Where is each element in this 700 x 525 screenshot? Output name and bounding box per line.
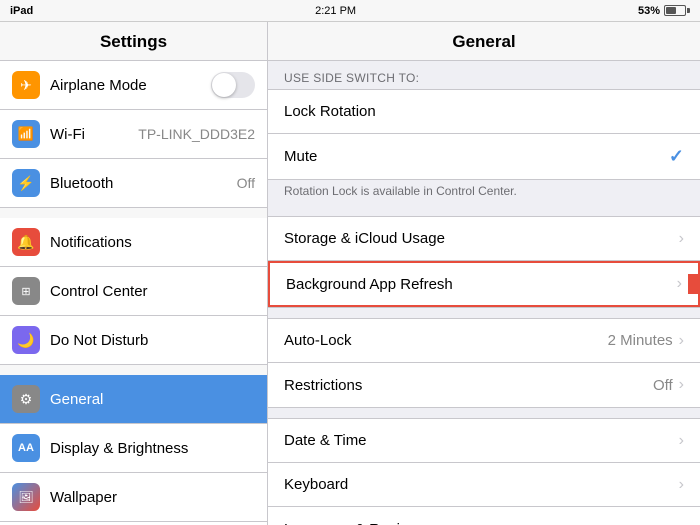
- date-time-label: Date & Time: [284, 432, 679, 449]
- bluetooth-icon: ⚡: [12, 169, 40, 197]
- wifi-label: Wi-Fi: [50, 126, 138, 143]
- bluetooth-value: Off: [237, 175, 255, 191]
- auto-lock-value: 2 Minutes: [608, 332, 673, 349]
- general-icon: ⚙: [12, 385, 40, 413]
- lock-rotation-label: Lock Rotation: [284, 103, 684, 120]
- notifications-icon: 🔔: [12, 228, 40, 256]
- auto-lock-row[interactable]: Auto-Lock 2 Minutes ›: [268, 319, 700, 363]
- keyboard-row[interactable]: Keyboard ›: [268, 463, 700, 507]
- red-arrow-icon: [688, 264, 700, 304]
- sidebar-item-wifi[interactable]: 📶 Wi-Fi TP-LINK_DDD3E2: [0, 110, 267, 159]
- airplane-mode-label: Airplane Mode: [50, 77, 211, 94]
- wallpaper-label: Wallpaper: [50, 489, 255, 506]
- sidebar-item-control-center[interactable]: ⊞ Control Center: [0, 267, 267, 316]
- content-area: General USE SIDE SWITCH TO: Lock Rotatio…: [268, 22, 700, 525]
- date-time-chevron: ›: [679, 432, 684, 450]
- restrictions-row[interactable]: Restrictions Off ›: [268, 363, 700, 407]
- wifi-icon: 📶: [12, 120, 40, 148]
- sidebar-item-bluetooth[interactable]: ⚡ Bluetooth Off: [0, 159, 267, 208]
- airplane-mode-icon: ✈: [12, 71, 40, 99]
- mute-label: Mute: [284, 148, 669, 165]
- sidebar-item-do-not-disturb[interactable]: 🌙 Do Not Disturb: [0, 316, 267, 365]
- sidebar-item-display[interactable]: AA Display & Brightness: [0, 424, 267, 473]
- restrictions-value: Off: [653, 377, 673, 394]
- background-app-refresh-row[interactable]: Background App Refresh ›: [268, 261, 700, 307]
- time-display: 2:21 PM: [315, 5, 356, 17]
- main-container: Settings ✈ Airplane Mode 📶 Wi-Fi TP-LINK…: [0, 22, 700, 525]
- mute-checkmark: ✓: [669, 146, 684, 167]
- general-label: General: [50, 391, 255, 408]
- airplane-mode-toggle[interactable]: [211, 72, 255, 98]
- storage-label: Storage & iCloud Usage: [284, 230, 679, 247]
- do-not-disturb-label: Do Not Disturb: [50, 332, 255, 349]
- sidebar-title: Settings: [0, 22, 267, 61]
- wallpaper-icon: 🖼: [12, 483, 40, 511]
- language-region-label: Language & Region: [284, 521, 679, 525]
- sidebar: Settings ✈ Airplane Mode 📶 Wi-Fi TP-LINK…: [0, 22, 268, 525]
- restrictions-chevron: ›: [679, 376, 684, 394]
- status-indicators: 53%: [638, 5, 690, 17]
- side-switch-header: USE SIDE SWITCH TO:: [268, 61, 700, 89]
- date-keyboard-language-group: Date & Time › Keyboard › Language & Regi…: [268, 418, 700, 525]
- wifi-value: TP-LINK_DDD3E2: [138, 126, 255, 142]
- bluetooth-label: Bluetooth: [50, 175, 237, 192]
- storage-chevron: ›: [679, 230, 684, 248]
- keyboard-chevron: ›: [679, 476, 684, 494]
- content-title: General: [268, 22, 700, 61]
- background-app-refresh-label: Background App Refresh: [286, 276, 677, 293]
- date-time-row[interactable]: Date & Time ›: [268, 419, 700, 463]
- auto-lock-chevron: ›: [679, 332, 684, 350]
- control-center-label: Control Center: [50, 283, 255, 300]
- storage-group: Storage & iCloud Usage › Background App …: [268, 216, 700, 308]
- control-center-icon: ⊞: [12, 277, 40, 305]
- language-region-row[interactable]: Language & Region ›: [268, 507, 700, 525]
- device-label: iPad: [10, 5, 33, 17]
- sidebar-item-wallpaper[interactable]: 🖼 Wallpaper: [0, 473, 267, 522]
- mute-row[interactable]: Mute ✓: [268, 134, 700, 179]
- rotation-note: Rotation Lock is available in Control Ce…: [268, 180, 700, 206]
- keyboard-label: Keyboard: [284, 476, 679, 493]
- side-switch-group: Lock Rotation Mute ✓: [268, 89, 700, 180]
- language-region-chevron: ›: [679, 520, 684, 525]
- status-bar: iPad 2:21 PM 53%: [0, 0, 700, 22]
- autolock-restrictions-group: Auto-Lock 2 Minutes › Restrictions Off ›: [268, 318, 700, 408]
- notifications-label: Notifications: [50, 234, 255, 251]
- storage-row[interactable]: Storage & iCloud Usage ›: [268, 217, 700, 261]
- sidebar-item-general[interactable]: ⚙ General: [0, 375, 267, 424]
- display-label: Display & Brightness: [50, 440, 255, 457]
- battery-icon: [664, 5, 690, 16]
- auto-lock-label: Auto-Lock: [284, 332, 608, 349]
- sidebar-item-notifications[interactable]: 🔔 Notifications: [0, 218, 267, 267]
- restrictions-label: Restrictions: [284, 377, 653, 394]
- display-icon: AA: [12, 434, 40, 462]
- sidebar-item-airplane-mode[interactable]: ✈ Airplane Mode: [0, 61, 267, 110]
- battery-percent: 53%: [638, 5, 660, 17]
- lock-rotation-row[interactable]: Lock Rotation: [268, 90, 700, 134]
- do-not-disturb-icon: 🌙: [12, 326, 40, 354]
- background-app-refresh-chevron: ›: [677, 275, 682, 293]
